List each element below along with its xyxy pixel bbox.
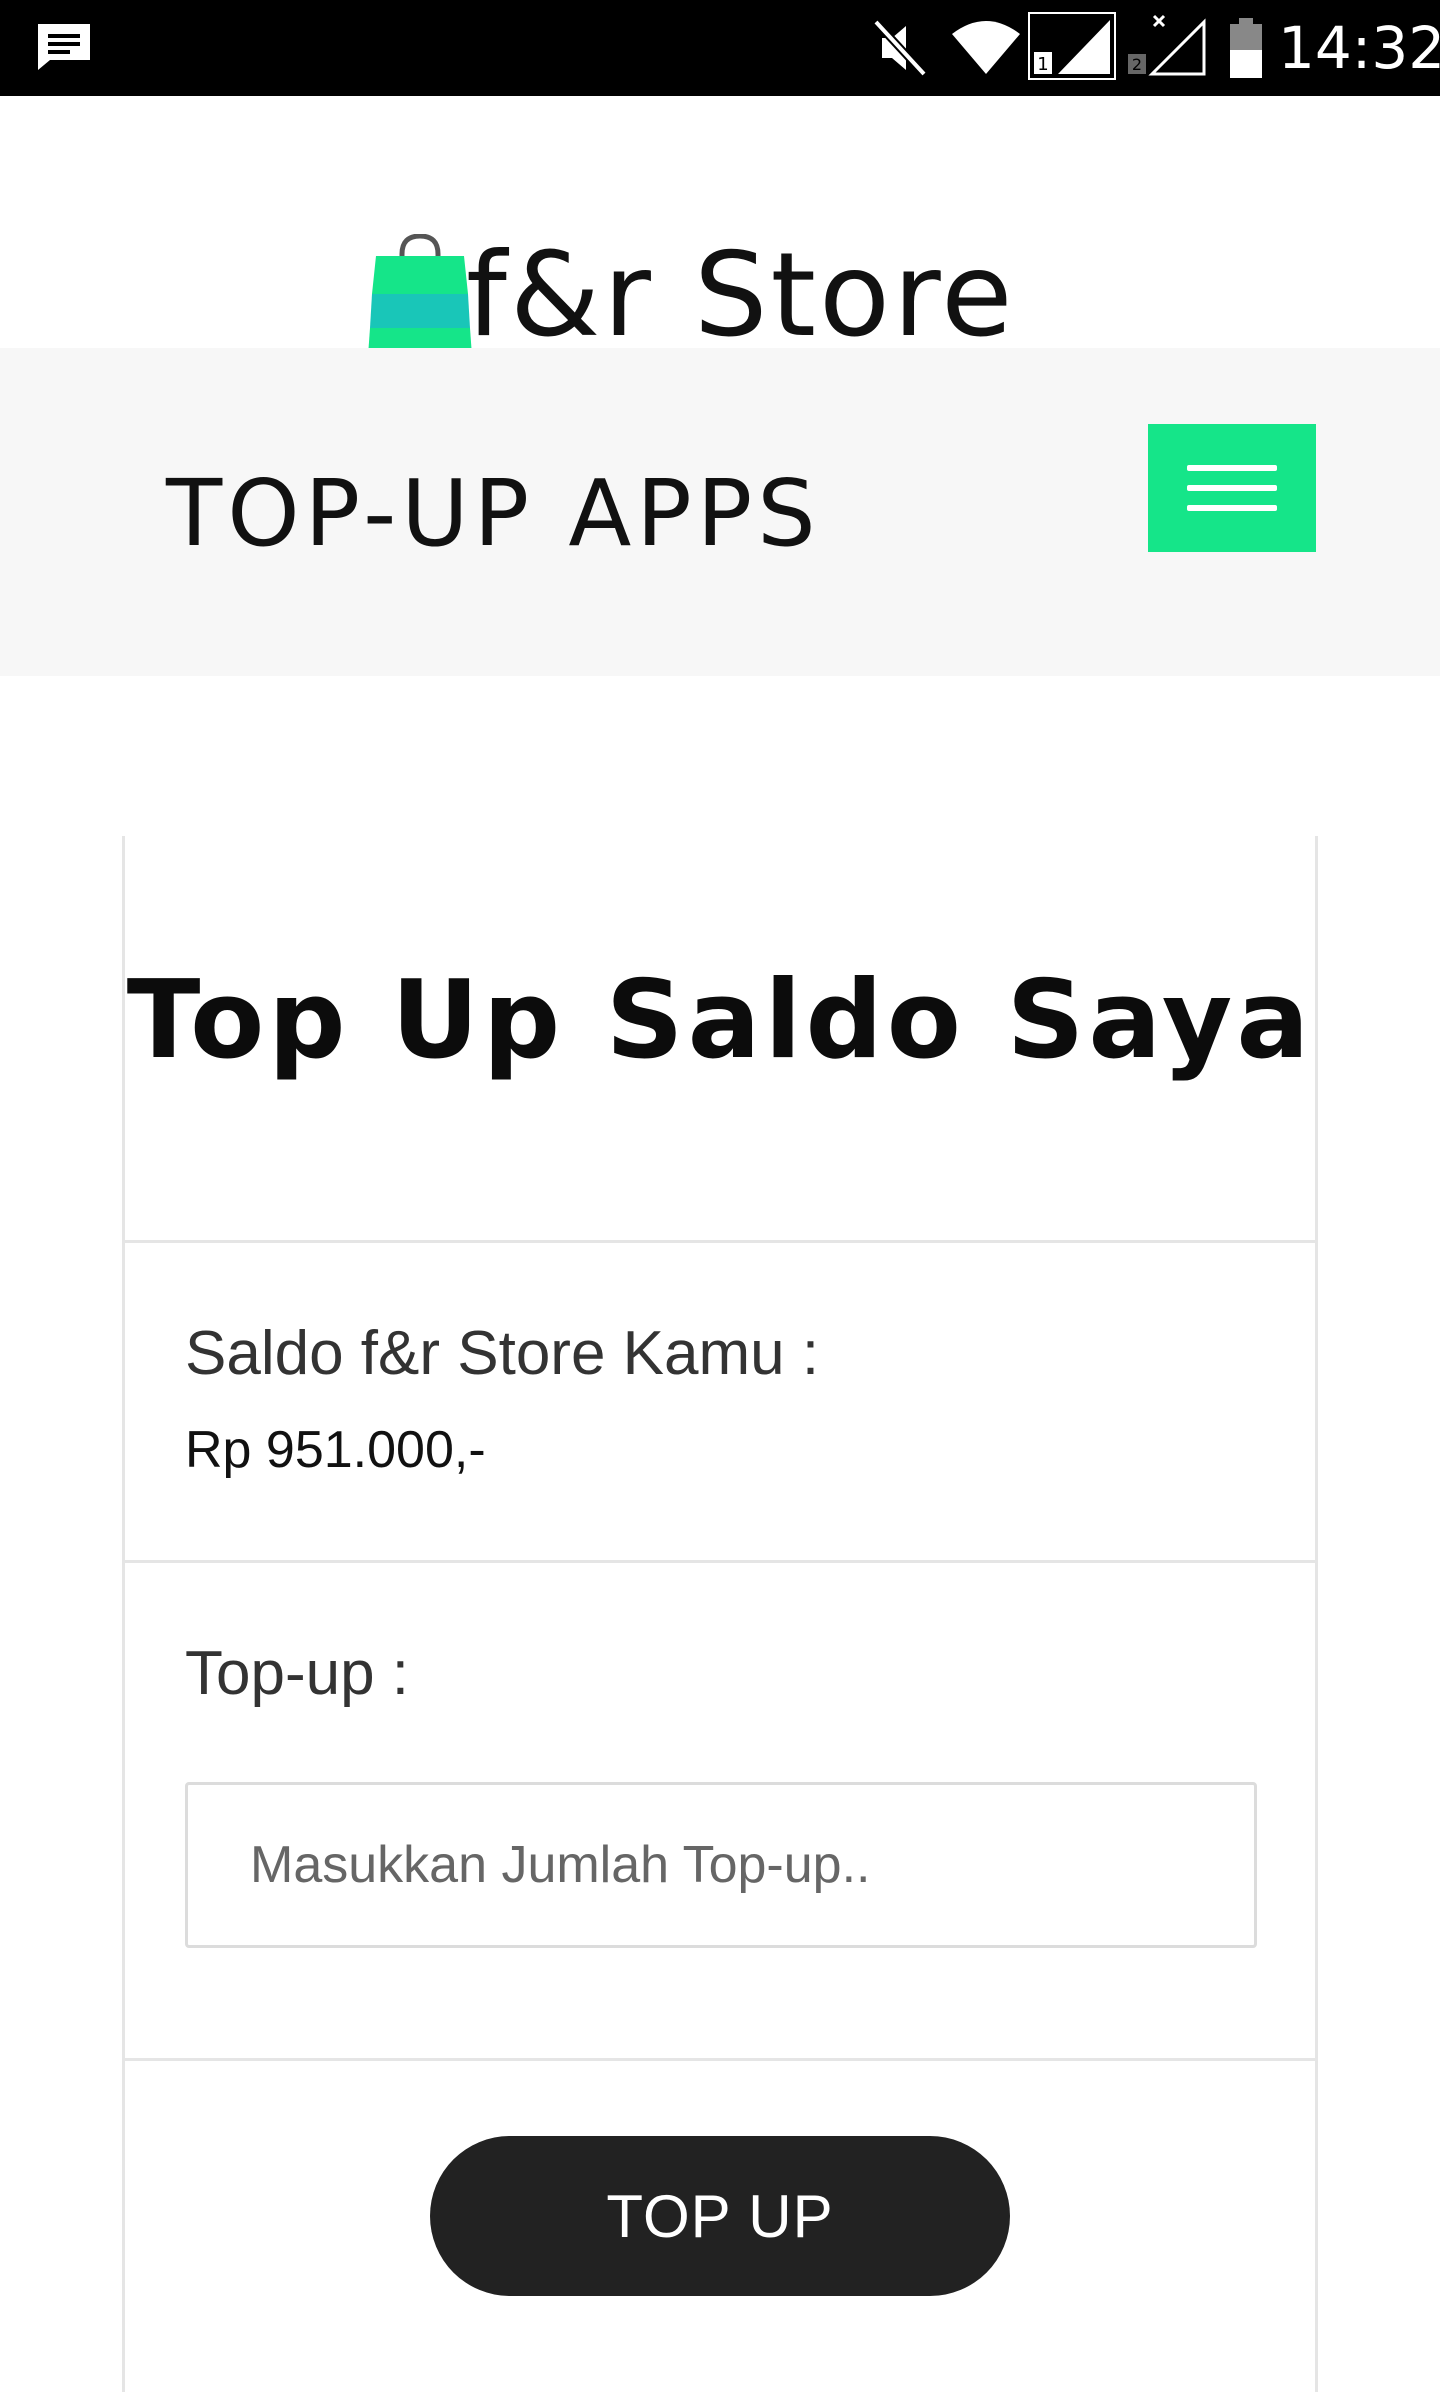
message-icon — [38, 24, 90, 70]
svg-text:2: 2 — [1132, 55, 1142, 74]
topup-card: Top Up Saldo Saya Saldo f&r Store Kamu :… — [122, 836, 1318, 2392]
mute-icon — [873, 19, 927, 77]
status-time: 14:32 — [1278, 14, 1440, 82]
nav-title: TOP-UP APPS — [166, 460, 821, 567]
topup-label: Top-up : — [185, 1639, 410, 1708]
store-name: f&r Store — [466, 228, 1016, 363]
divider — [125, 1560, 1315, 1563]
topup-amount-input[interactable] — [185, 1782, 1257, 1948]
signal-sim2-icon: 2 — [1128, 14, 1206, 76]
brand-header: f&r Store — [0, 96, 1440, 358]
status-bar: 1 2 14:32 — [0, 0, 1440, 96]
battery-icon — [1230, 18, 1262, 78]
divider — [125, 2058, 1315, 2061]
svg-text:1: 1 — [1037, 54, 1048, 75]
balance-value: Rp 951.000,- — [185, 1421, 486, 1479]
hamburger-icon — [1187, 465, 1277, 471]
navbar: TOP-UP APPS — [0, 348, 1440, 676]
balance-label: Saldo f&r Store Kamu : — [185, 1319, 820, 1388]
signal-sim1-icon: 1 — [1028, 12, 1116, 80]
divider — [125, 1240, 1315, 1243]
menu-button[interactable] — [1148, 424, 1316, 552]
topup-button[interactable]: TOP UP — [430, 2136, 1010, 2296]
shopping-bag-icon — [368, 234, 472, 358]
page-title: Top Up Saldo Saya — [126, 958, 1314, 1083]
wifi-icon — [952, 21, 1020, 74]
